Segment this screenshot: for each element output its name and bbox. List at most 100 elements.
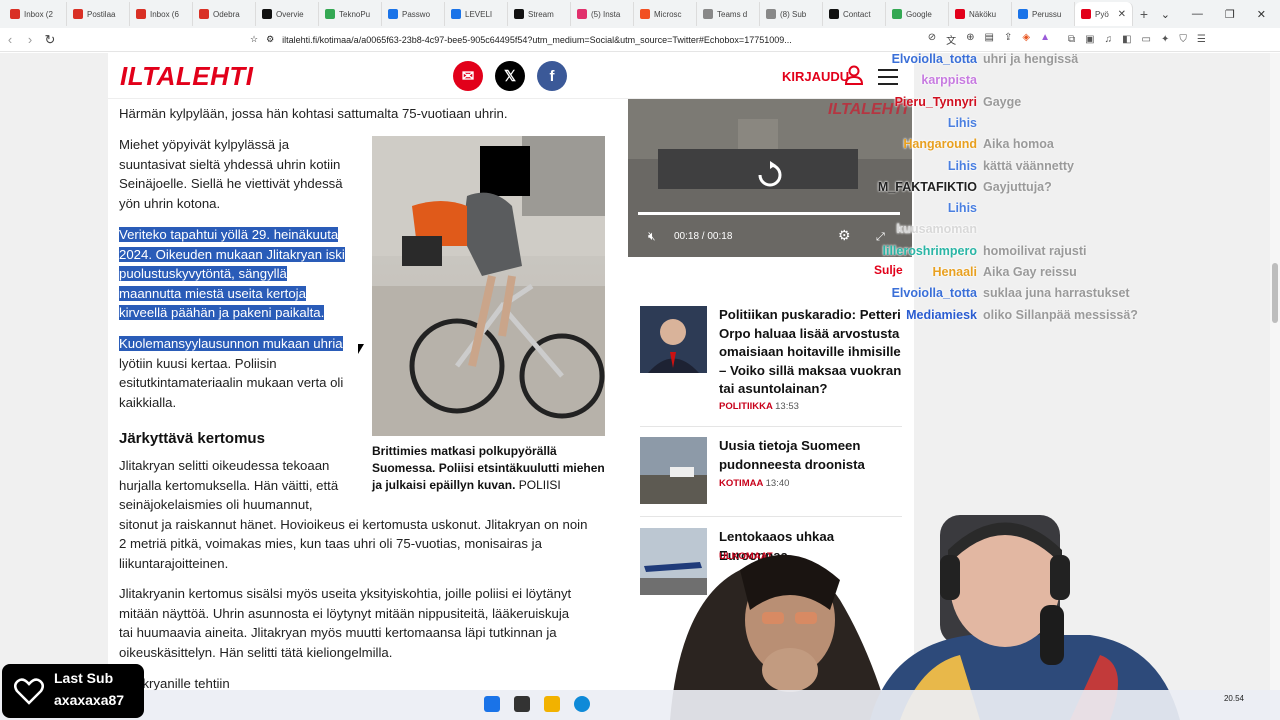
browser-tab[interactable]: (5) Insta: [571, 2, 634, 26]
back-icon[interactable]: ‹: [0, 32, 20, 47]
browser-tab[interactable]: Passwo: [382, 2, 445, 26]
ai-icon[interactable]: ✦: [1161, 34, 1169, 45]
site-info-icon[interactable]: ⚙: [266, 34, 274, 45]
paragraph-line: yön uhrin kotona.: [119, 195, 221, 211]
edge-icon[interactable]: [574, 696, 590, 712]
start-icon[interactable]: [484, 696, 500, 712]
close-window-icon[interactable]: ✕: [1257, 8, 1266, 21]
browser-tab[interactable]: Teams d: [697, 2, 760, 26]
screen: Inbox (2 Postilaa Inbox (6 Odebra Overvie Tek…: [0, 0, 1280, 720]
settings-icon[interactable]: ⚙: [838, 227, 851, 244]
browser-tab[interactable]: Overvie: [256, 2, 319, 26]
extension-icons: ⧉ ▣ ♫ ◧ ▭ ✦ ⛉ ☰: [1068, 34, 1206, 45]
news-time: 13:40: [765, 478, 790, 489]
brave-icon[interactable]: ◈: [1022, 32, 1030, 47]
tab-label: Odebra: [213, 9, 240, 19]
file-explorer-icon[interactable]: [544, 696, 560, 712]
reload-icon[interactable]: ↻: [40, 32, 60, 48]
chat-message: Lihis: [850, 116, 1170, 136]
tab-label: Inbox (2: [24, 9, 53, 19]
paragraph-line: tai huumaavia aineita. Jlitakryan myös m…: [119, 625, 557, 640]
paragraph-line: esitutkintamateriaalin mukaan verta oli: [119, 375, 344, 390]
screenshot-icon[interactable]: ▣: [1085, 34, 1094, 45]
article-paragraph: Jlitakryanin kertomus sisälsi myös useit…: [119, 584, 619, 662]
tab-favicon-icon: [955, 9, 965, 19]
replay-icon[interactable]: [756, 161, 784, 189]
news-section[interactable]: KOTIMAA: [719, 478, 763, 489]
browser-tab[interactable]: Stream: [508, 2, 571, 26]
browser-tab-strip: Inbox (2 Postilaa Inbox (6 Odebra Overvie Tek…: [0, 0, 1280, 28]
share-icon[interactable]: ⇪: [1004, 32, 1012, 47]
tab-label: LEVELI: [465, 9, 493, 19]
chat-message: Henaali Aika Gay reissu: [850, 265, 1170, 285]
paragraph-line: sitonut ja raiskannut hänet. Hovioikeus …: [119, 516, 588, 532]
new-tab-button[interactable]: +: [1133, 6, 1155, 22]
share-mail-icon[interactable]: ✉: [453, 61, 483, 91]
wallet-icon[interactable]: ▭: [1142, 34, 1151, 45]
music-icon[interactable]: ♫: [1105, 34, 1113, 45]
tab-label: Stream: [528, 9, 554, 19]
selected-text: 2024. Oikeuden mukaan Jlitakryan iski: [119, 246, 345, 262]
chat-message: Lihis kättä väännetty: [850, 159, 1170, 179]
share-facebook-icon[interactable]: f: [537, 61, 567, 91]
browser-tab[interactable]: Inbox (2: [4, 2, 67, 26]
extensions-icon[interactable]: ⧉: [1068, 34, 1075, 45]
webcam-streamer-image: [870, 515, 1180, 720]
browser-tab[interactable]: Inbox (6: [130, 2, 193, 26]
news-thumbnail: [640, 306, 707, 373]
photo-caption: Brittimies matkasi polkupyörällä Suomess…: [372, 443, 605, 494]
mouse-cursor: [358, 344, 364, 354]
reader-icon[interactable]: ▤: [985, 32, 994, 47]
paragraph-line: kaikkialla.: [119, 394, 177, 410]
chat-text: homoilivat rajusti: [983, 243, 1087, 258]
browser-tab[interactable]: Contact: [823, 2, 886, 26]
site-logo[interactable]: ILTALEHTI: [120, 61, 254, 92]
windows-taskbar: 20.54: [0, 690, 1280, 720]
browser-tab[interactable]: Näköku: [949, 2, 1012, 26]
webcam-streamer: [860, 495, 1185, 720]
tab-favicon-icon: [703, 9, 713, 19]
rewards-icon[interactable]: ▲: [1040, 32, 1050, 47]
menu-dots-icon[interactable]: ☰: [1197, 34, 1206, 45]
translate-icon[interactable]: 文: [946, 32, 956, 47]
tab-label: Google: [906, 9, 932, 19]
browser-tab[interactable]: TeknoPu: [319, 2, 382, 26]
share-x-icon[interactable]: 𝕏: [495, 61, 525, 91]
caption-text: Brittimies matkasi polkupyörällä Suomess…: [372, 444, 605, 492]
browser-tab[interactable]: Microsc: [634, 2, 697, 26]
tab-favicon-icon: [640, 9, 650, 19]
chat-username: Lihis: [947, 201, 977, 216]
vpn-icon[interactable]: ⛉: [1179, 34, 1187, 45]
tab-label: Overvie: [276, 9, 304, 19]
scrollbar-thumb[interactable]: [1272, 263, 1278, 323]
news-title[interactable]: Uusia tietoja Suomeen pudonneesta drooni…: [719, 437, 903, 474]
browser-tab[interactable]: Pyö ✕: [1075, 2, 1133, 26]
page-scrollbar[interactable]: [1270, 53, 1280, 720]
tab-favicon-icon: [199, 9, 209, 19]
login-link[interactable]: KIRJAUDU: [782, 69, 849, 84]
browser-tab[interactable]: Google: [886, 2, 949, 26]
mute-icon[interactable]: 🔇︎: [648, 229, 656, 244]
task-view-icon[interactable]: [514, 696, 530, 712]
browser-tab[interactable]: (8) Sub: [760, 2, 823, 26]
browser-tab[interactable]: LEVELI: [445, 2, 508, 26]
browser-tab[interactable]: Odebra: [193, 2, 256, 26]
minimize-icon[interactable]: —: [1192, 8, 1203, 21]
tab-favicon-icon: [451, 9, 461, 19]
dropdown-icon[interactable]: ⌄: [1161, 8, 1170, 21]
browser-tab[interactable]: Perussu: [1012, 2, 1075, 26]
last-sub-label: Last Sub: [54, 670, 114, 686]
chat-message: lilleroshrimpero homoilivat rajusti: [850, 244, 1170, 264]
browser-tab[interactable]: Postilaa: [67, 2, 130, 26]
zoom-icon[interactable]: ⊕: [966, 32, 974, 47]
tab-label: (8) Sub: [780, 9, 807, 19]
news-section[interactable]: POLITIIKKA: [719, 401, 772, 412]
forward-icon[interactable]: ›: [20, 32, 40, 47]
url-field[interactable]: ☆ ⚙ iltalehti.fi/kotimaa/a/a0065f63-23b8…: [250, 30, 1050, 50]
article-photo[interactable]: [372, 136, 605, 436]
sidebar-icon[interactable]: ◧: [1122, 34, 1131, 45]
bookmark-icon[interactable]: ☆: [250, 34, 258, 45]
tracking-icon[interactable]: ⊘: [928, 32, 936, 47]
close-tab-icon[interactable]: ✕: [1118, 9, 1126, 20]
maximize-icon[interactable]: ❐: [1225, 8, 1235, 21]
